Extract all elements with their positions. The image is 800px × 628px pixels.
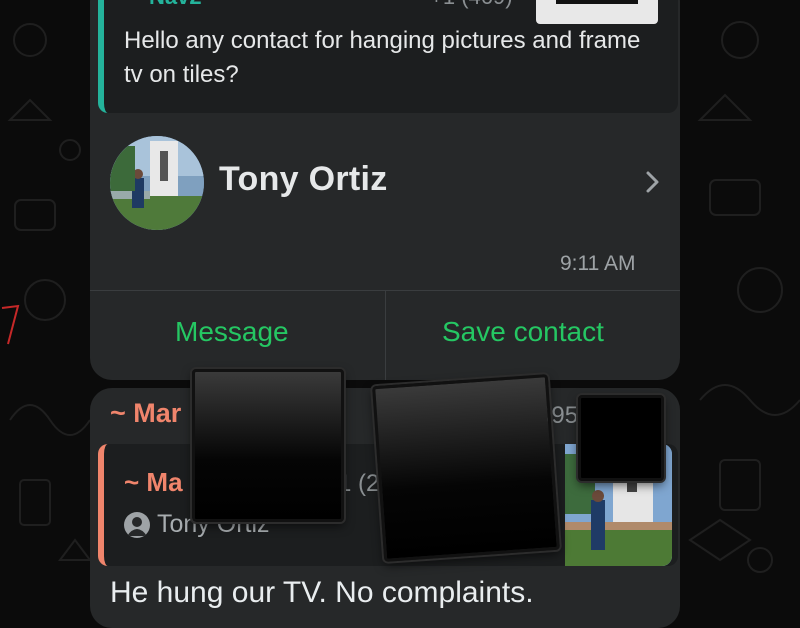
- quoted-message-text: Hello any contact for hanging pictures a…: [124, 27, 641, 88]
- card-divider-vertical: [385, 291, 386, 380]
- save-contact-button[interactable]: Save contact: [442, 316, 604, 348]
- quoted-contact-phone: 1 (2: [338, 470, 380, 497]
- contact-avatar[interactable]: [110, 136, 204, 230]
- quoted-contact-sender: ~ Ma: [124, 467, 183, 497]
- redaction-block: [372, 374, 560, 562]
- quoted-thumbnail-image: [556, 0, 638, 4]
- reply-sender-name[interactable]: ~ Mar: [110, 398, 181, 429]
- contact-name[interactable]: Tony Ortiz: [219, 160, 388, 199]
- quoted-sender-name: ~ Nav2: [130, 0, 202, 10]
- message-time: 9:11 AM: [560, 252, 636, 275]
- chevron-right-icon[interactable]: [640, 170, 664, 194]
- redaction-block: [192, 369, 344, 522]
- redaction-block: [578, 395, 664, 481]
- person-icon: [124, 512, 150, 538]
- message-button[interactable]: Message: [175, 316, 289, 348]
- reply-message-text: He hung our TV. No complaints.: [110, 576, 534, 609]
- red-annotation-mark: [1, 304, 20, 345]
- quoted-sender-phone: +1 (469): [430, 0, 513, 10]
